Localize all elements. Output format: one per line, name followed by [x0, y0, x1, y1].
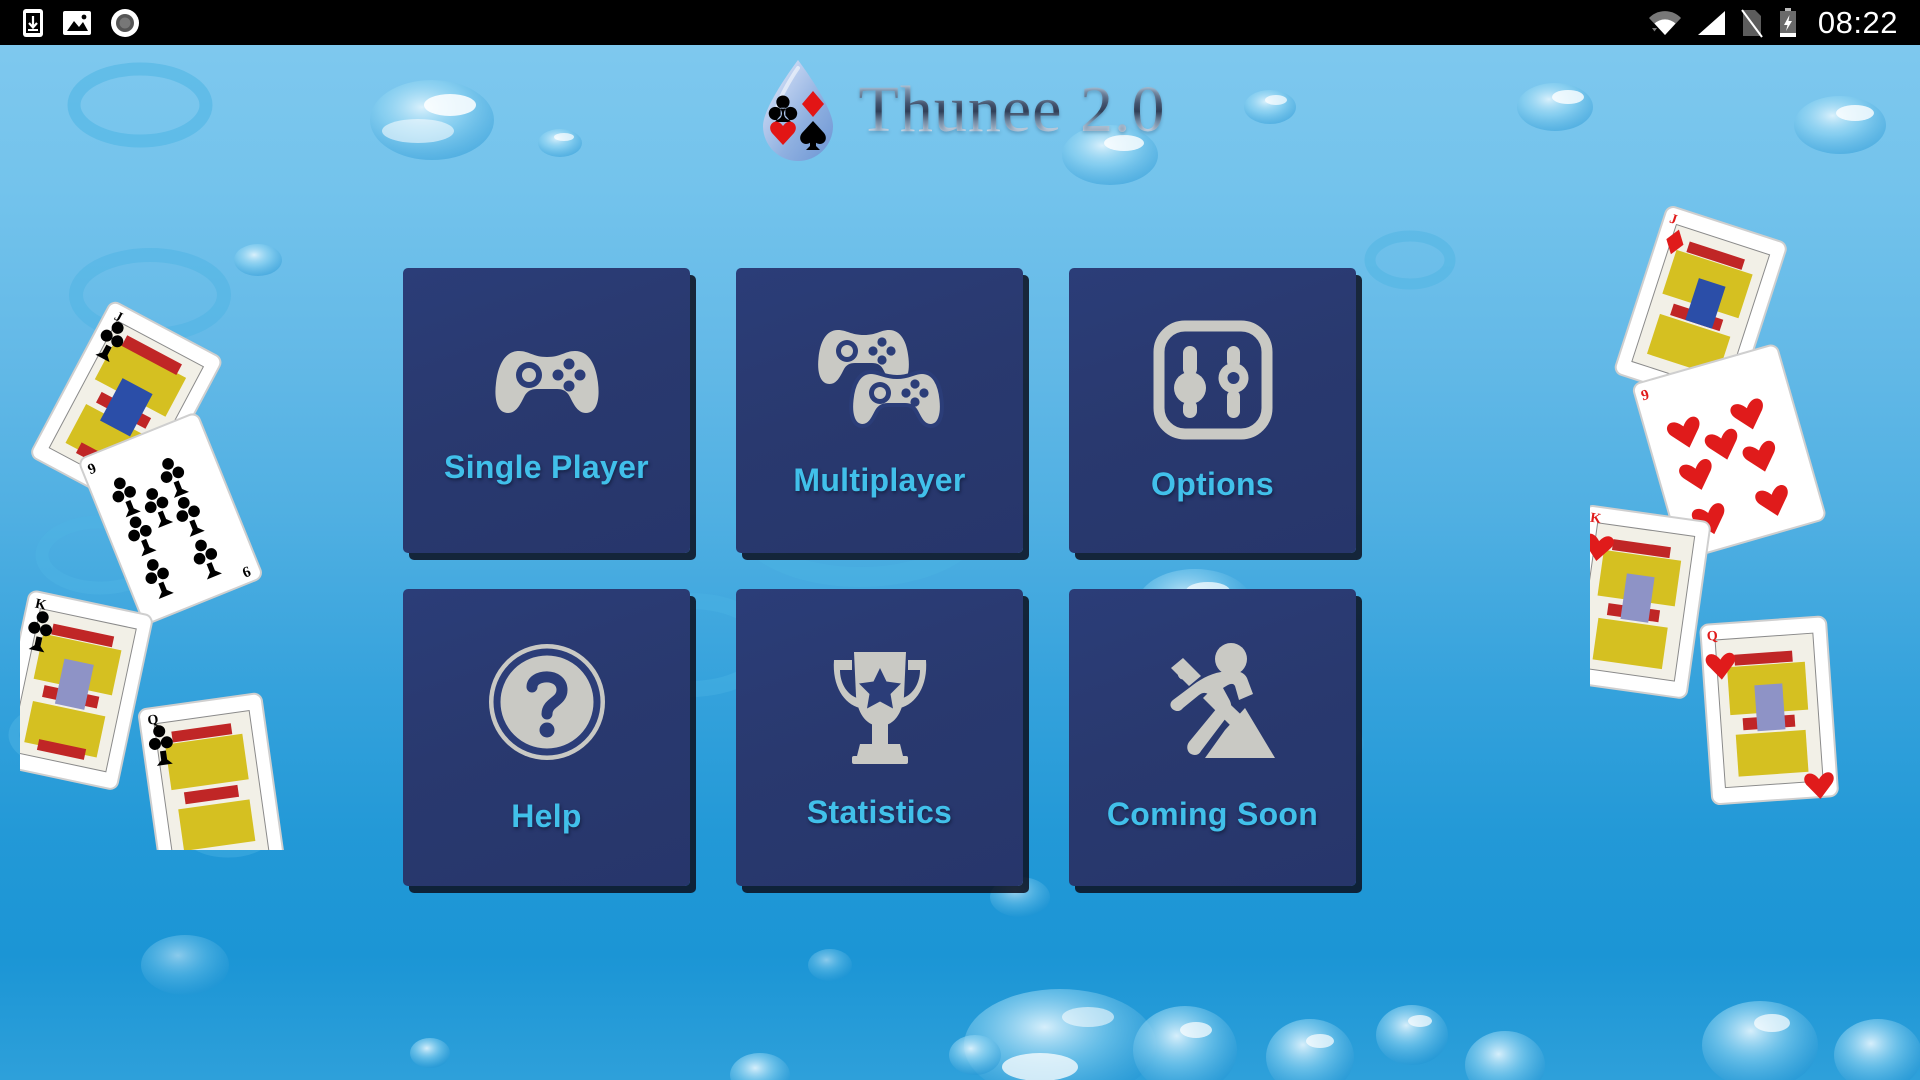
status-bar-right-icons: 08:22 — [1648, 5, 1920, 41]
gamepad-icon — [491, 335, 603, 427]
download-to-device-icon — [23, 8, 43, 37]
menu-tile-options[interactable]: Options — [1069, 268, 1356, 553]
menu-tile-label: Multiplayer — [793, 462, 966, 498]
card-queen-hearts: Q — [1699, 615, 1839, 806]
menu-tile-statistics[interactable]: Statistics — [736, 589, 1023, 886]
menu-tile-single-player[interactable]: Single Player — [403, 268, 690, 553]
decorative-cards-right: J 9 K Q — [1590, 206, 1839, 806]
wifi-icon — [1648, 10, 1681, 35]
status-bar: 08:22 — [0, 0, 1920, 45]
card-king-hearts: K — [1590, 505, 1711, 699]
svg-text:Q: Q — [147, 712, 160, 728]
signal-icon — [1697, 10, 1725, 35]
status-bar-left-icons — [0, 8, 140, 38]
menu-tile-help[interactable]: Help — [403, 589, 690, 886]
decorative-cards-left: J J 9 9 — [20, 301, 286, 850]
app-header: Thunee 2.0 — [0, 55, 1920, 165]
menu-tile-label: Coming Soon — [1106, 796, 1319, 832]
svg-text:Q: Q — [1706, 629, 1718, 645]
card-queen-clubs: Q — [138, 692, 286, 850]
status-bar-clock: 08:22 — [1817, 4, 1898, 40]
question-circle-icon — [485, 640, 609, 764]
card-king-clubs: K — [20, 590, 153, 790]
battery-charging-icon — [1779, 7, 1796, 37]
page-title: Thunee 2.0 — [858, 73, 1166, 146]
double-gamepad-icon — [816, 322, 944, 444]
sliders-icon — [1151, 318, 1275, 442]
trophy-icon — [818, 644, 942, 768]
water-drop-suits-logo — [762, 60, 833, 161]
menu-tile-label: Options — [1151, 466, 1274, 502]
menu-tile-label: Statistics — [806, 794, 953, 830]
menu-tile-label: Single Player — [444, 449, 649, 485]
menu-tile-coming-soon[interactable]: Coming Soon — [1069, 589, 1356, 886]
app-root: 08:22 J 9 9 K Q J 9 K Q Thunee 2.0 Singl… — [0, 0, 1920, 1080]
record-icon — [111, 8, 139, 37]
image-icon — [63, 10, 91, 35]
menu-tile-multiplayer[interactable]: Multiplayer — [736, 268, 1023, 553]
no-sim-icon — [1741, 8, 1763, 38]
menu-tile-label: Help — [511, 798, 582, 834]
main-menu-grid: Single Player Multiplayer Options Help S… — [403, 268, 1520, 1038]
under-construction-icon — [1143, 642, 1283, 768]
